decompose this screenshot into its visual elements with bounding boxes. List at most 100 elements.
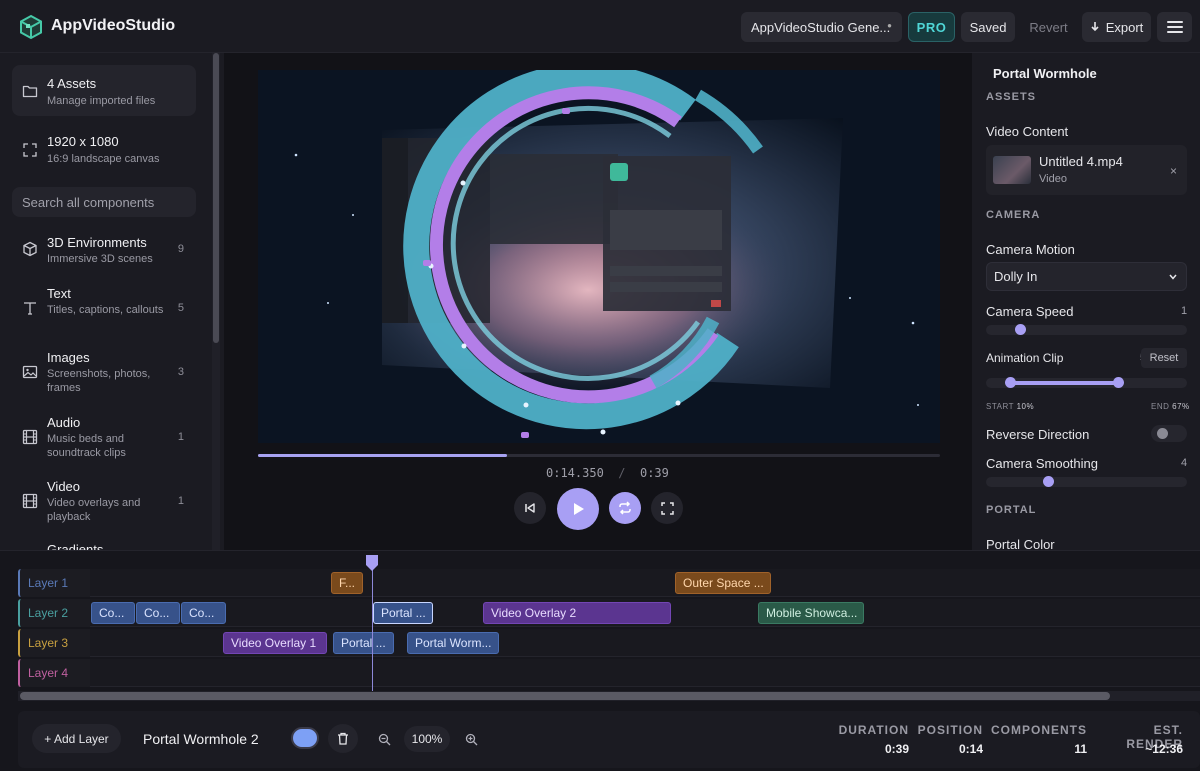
timeline-clip[interactable]: Video Overlay 1 [223, 632, 327, 654]
clip-color-swatch[interactable] [291, 727, 319, 749]
repeat-icon [619, 501, 631, 515]
dropdown-dot-icon: ● [887, 21, 892, 30]
skip-to-start-button[interactable] [514, 492, 546, 524]
stat-position-value: 0:14 [958, 742, 983, 756]
camera-motion-select[interactable]: Dolly In [986, 262, 1187, 291]
sidebar-item-text[interactable]: Text Titles, captions, callouts 5 [12, 281, 196, 333]
project-name: AppVideoStudio Gene... [751, 19, 891, 35]
cube-logo-icon [20, 14, 42, 40]
timeline-clip[interactable]: F... [331, 572, 363, 594]
playhead-line [372, 566, 373, 701]
timeline-track-layer-4[interactable]: Layer 4 [18, 659, 1200, 687]
trash-icon [338, 732, 348, 745]
timeline-clip[interactable]: Co... [181, 602, 226, 624]
fullscreen-button[interactable] [651, 492, 683, 524]
animation-clip-range-fill [1010, 381, 1119, 385]
video-file-name: Untitled 4.mp4 [1039, 154, 1123, 169]
category-title[interactable]: Gradients [47, 542, 103, 550]
animation-clip-range-slider[interactable] [986, 377, 1187, 388]
app-header: AppVideoStudio AppVideoStudio Gene... ● … [0, 0, 1200, 53]
range-start-handle[interactable] [1005, 377, 1016, 388]
category-subtitle: Immersive 3D scenes [47, 253, 153, 265]
video-file-type: Video [1039, 173, 1067, 185]
playback-progress-fill [258, 454, 507, 457]
end-value: 67% [1172, 402, 1190, 411]
download-icon [1091, 22, 1099, 32]
camera-speed-slider[interactable] [986, 324, 1187, 335]
sidebar-item-3d-environments[interactable]: 3D Environments Immersive 3D scenes 9 [12, 230, 196, 274]
end-label: END [1151, 402, 1170, 411]
canvas-size-row[interactable]: 1920 x 1080 16:9 landscape canvas [12, 124, 196, 174]
stat-duration-label: DURATION [838, 723, 909, 737]
timeline-clip-selected[interactable]: Portal ... [373, 602, 433, 624]
pro-badge[interactable]: PRO [908, 12, 955, 42]
zoom-level[interactable]: 100% [404, 726, 450, 752]
sidebar-item-audio[interactable]: Audio Music beds and soundtrack clips 1 [12, 410, 196, 462]
app-title: AppVideoStudio [51, 17, 176, 34]
total-time: 0:39 [639, 466, 669, 480]
canvas-size-title: 1920 x 1080 [47, 134, 119, 149]
timeline-clip[interactable]: Co... [91, 602, 135, 624]
cube-icon [23, 241, 37, 257]
assets-section-heading: ASSETS [986, 91, 1037, 103]
timeline-clip[interactable]: Video Overlay 2 [483, 602, 671, 624]
export-button[interactable]: Export [1082, 12, 1151, 42]
canvas-size-subtitle: 16:9 landscape canvas [47, 153, 160, 165]
layer-label[interactable]: Layer 3 [18, 629, 90, 657]
zoom-in-button[interactable] [461, 729, 481, 749]
menu-button[interactable] [1157, 12, 1192, 42]
stat-components-label: COMPONENTS [991, 723, 1088, 737]
zoom-out-button[interactable] [374, 729, 394, 749]
camera-smoothing-slider-handle[interactable] [1043, 476, 1054, 487]
saved-button[interactable]: Saved [961, 12, 1015, 42]
add-layer-button[interactable]: + Add Layer [32, 724, 121, 753]
fullscreen-icon [660, 501, 674, 515]
camera-speed-slider-handle[interactable] [1014, 324, 1026, 335]
layer-label[interactable]: Layer 4 [18, 659, 90, 687]
video-thumbnail [993, 156, 1031, 184]
assets-card[interactable]: 4 Assets Manage imported files [12, 65, 196, 116]
start-value: 10% [1016, 402, 1035, 411]
chevron-down-icon [1169, 274, 1177, 280]
sidebar-scrollbar[interactable] [213, 53, 219, 343]
layer-label[interactable]: Layer 1 [18, 569, 90, 597]
remove-video-button[interactable]: × [1170, 164, 1177, 178]
loop-button[interactable] [609, 492, 641, 524]
reverse-direction-toggle[interactable] [1151, 425, 1187, 442]
video-preview[interactable] [258, 70, 940, 443]
play-button[interactable] [557, 488, 599, 530]
camera-speed-label: Camera Speed [986, 304, 1074, 319]
timeline-clip[interactable]: Portal ... [333, 632, 394, 654]
timeline-clip[interactable]: Outer Space ... [675, 572, 771, 594]
timeline-track-layer-1[interactable]: Layer 1 [18, 569, 1200, 597]
timeline-clip[interactable]: Portal Worm... [407, 632, 499, 654]
range-end-handle[interactable] [1113, 377, 1125, 388]
playhead-handle[interactable] [365, 554, 379, 572]
film-icon [22, 429, 38, 445]
playback-progress[interactable] [258, 454, 940, 457]
category-subtitle: Titles, captions, callouts [47, 304, 164, 316]
timeline-clip[interactable]: Mobile Showca... [758, 602, 864, 624]
current-time: 0:14.350 [546, 466, 604, 480]
zoom-out-icon [378, 733, 390, 745]
timecode: 0:14.350 / 0:39 [546, 466, 669, 480]
timeline-scrollbar[interactable] [20, 692, 1110, 700]
camera-smoothing-slider[interactable] [986, 476, 1187, 487]
sidebar-item-images[interactable]: Images Screenshots, photos, frames 3 [12, 345, 196, 397]
delete-clip-button[interactable] [328, 724, 358, 753]
timeline-track-layer-3[interactable]: Layer 3 [18, 629, 1200, 657]
component-search-input[interactable] [12, 187, 196, 217]
revert-button[interactable]: Revert [1021, 12, 1076, 42]
category-count: 1 [177, 431, 184, 443]
film-icon [22, 493, 38, 509]
timeline-clip[interactable]: Co... [136, 602, 180, 624]
reset-button[interactable]: Reset [1141, 348, 1187, 368]
camera-speed-value: 1 [1181, 305, 1188, 317]
sidebar-item-video[interactable]: Video Video overlays and playback 1 [12, 474, 196, 526]
project-selector[interactable]: AppVideoStudio Gene... ● [741, 12, 902, 42]
image-icon [22, 365, 38, 379]
stat-duration-value: 0:39 [884, 742, 909, 756]
layer-label[interactable]: Layer 2 [18, 599, 90, 627]
expand-icon [23, 143, 37, 157]
assets-title: 4 Assets [47, 76, 97, 91]
